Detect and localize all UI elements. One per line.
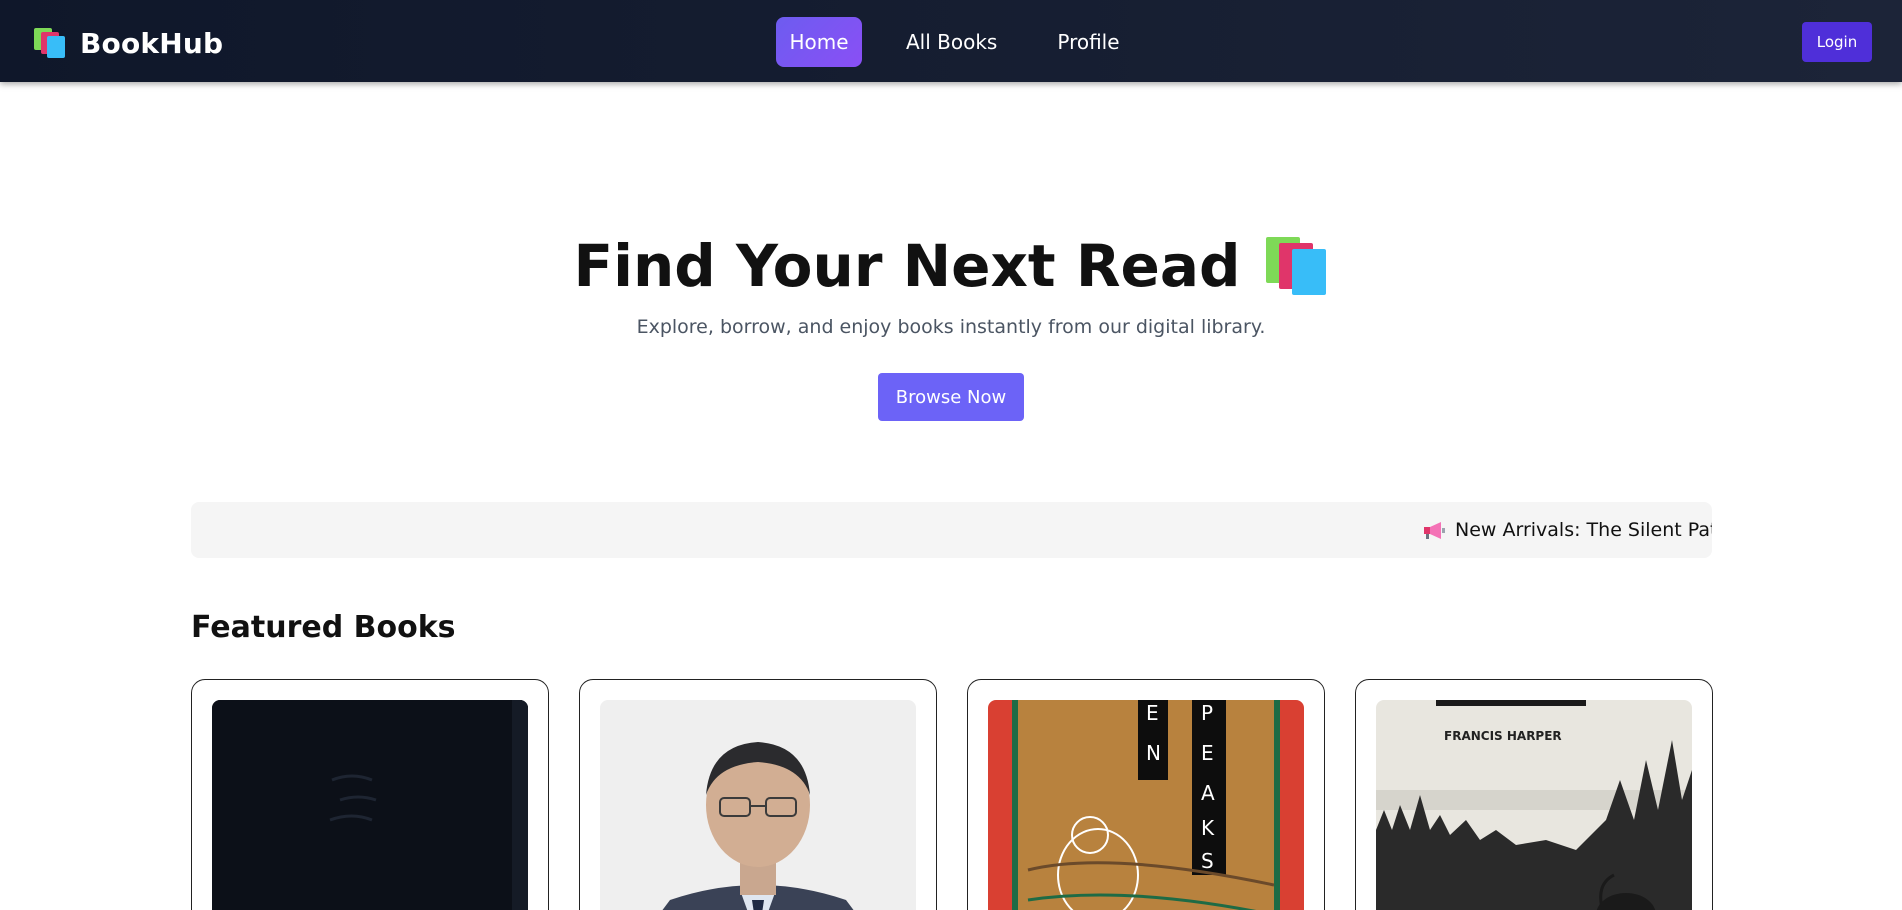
book-card[interactable] — [579, 679, 937, 910]
nav-profile[interactable]: Profile — [1041, 17, 1135, 67]
book-cover-image — [600, 700, 916, 910]
books-icon — [34, 28, 66, 58]
svg-text:S: S — [1201, 849, 1214, 873]
book-card[interactable] — [191, 679, 549, 910]
login-button[interactable]: Login — [1802, 22, 1872, 62]
svg-text:N: N — [1146, 741, 1161, 765]
megaphone-icon — [1424, 522, 1445, 539]
nav-all-books[interactable]: All Books — [890, 17, 1013, 67]
announcement-ticker: New Arrivals: The Silent Pati — [191, 502, 1712, 558]
navbar: BookHub Home All Books Profile Login — [0, 0, 1902, 82]
featured-books-grid: E N P E A K S FRANCIS HARPER — [191, 679, 1713, 910]
brand-logo[interactable]: BookHub — [34, 26, 223, 60]
book-card[interactable]: E N P E A K S — [967, 679, 1325, 910]
svg-text:K: K — [1201, 816, 1215, 840]
featured-books-heading: Featured Books — [191, 610, 456, 645]
main-nav: Home All Books Profile — [776, 17, 1164, 67]
svg-text:FRANCIS HARPER: FRANCIS HARPER — [1444, 729, 1562, 743]
ticker-text: New Arrivals: The Silent Pati — [1455, 519, 1712, 541]
nav-home[interactable]: Home — [776, 17, 862, 67]
svg-text:E: E — [1146, 701, 1159, 725]
hero-title-text: Find Your Next Read — [573, 232, 1241, 300]
book-cover-image: E N P E A K S — [988, 700, 1304, 910]
svg-text:A: A — [1201, 781, 1215, 805]
hero-heading: Find Your Next Read — [0, 226, 1902, 306]
books-icon — [1266, 237, 1328, 295]
ticker-content: New Arrivals: The Silent Pati — [1423, 502, 1712, 558]
book-card[interactable]: FRANCIS HARPER — [1355, 679, 1713, 910]
brand-name: BookHub — [80, 26, 224, 60]
hero-subtitle: Explore, borrow, and enjoy books instant… — [636, 316, 1266, 338]
browse-now-button[interactable]: Browse Now — [878, 373, 1024, 421]
svg-text:P: P — [1201, 701, 1213, 725]
book-cover-image — [212, 700, 528, 910]
svg-text:E: E — [1201, 741, 1214, 765]
book-cover-image: FRANCIS HARPER — [1376, 700, 1692, 910]
